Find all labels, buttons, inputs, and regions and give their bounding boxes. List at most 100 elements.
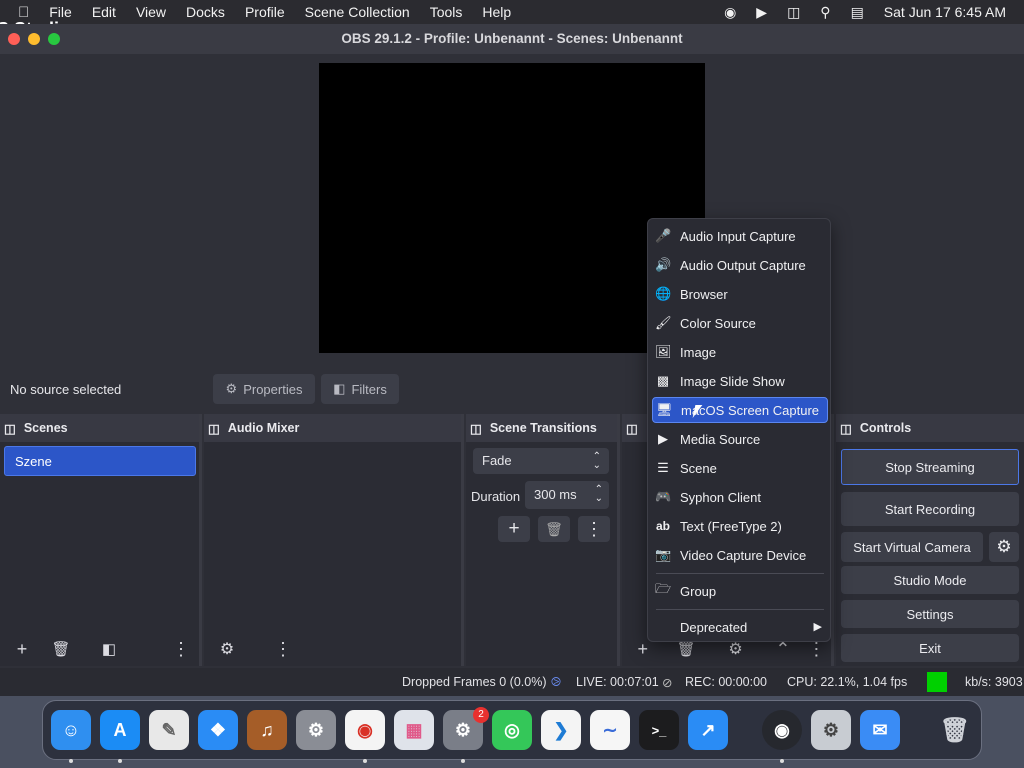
menu-scene-collection[interactable]: Scene Collection [295,4,420,20]
menu-item-scene[interactable]: ☰ Scene [652,455,828,481]
remove-transition-button[interactable]: 🗑 [538,516,570,542]
scene-more-button[interactable]: ⋮ [166,636,196,662]
archive-utility-icon[interactable]: ⚙ [811,710,851,750]
menu-profile[interactable]: Profile [235,4,295,20]
finder-icon[interactable]: ☺ [51,710,91,750]
menu-item-audio-output-capture[interactable]: 🔊 Audio Output Capture [652,252,828,278]
image-icon: 🖼 [655,344,672,359]
chrome-icon[interactable]: ◉ [345,710,385,750]
menubar-clock[interactable]: Sat Jun 17 6:45 AM [874,4,1024,20]
dock-window-icon: ◫ [470,421,482,436]
audio-mixer-dock: ◫ Audio Mixer ⚙ ⋮ [204,414,464,666]
menu-item-media-source[interactable]: ▶ Media Source [652,426,828,452]
menu-item-color-source[interactable]: 🖌 Color Source [652,310,828,336]
scenes-title: Scenes [23,421,68,435]
zoom-window-button[interactable] [48,33,60,45]
paintbrush-icon: 🖌 [655,315,672,330]
scene-transitions-header[interactable]: ◫ Scene Transitions [466,414,617,442]
window-icon[interactable]: ◫ [777,4,810,21]
remove-scene-button[interactable]: 🗑 [46,636,76,662]
studio-mode-button[interactable]: Studio Mode [841,566,1019,594]
control-center-icon[interactable]: ▤ [841,4,874,21]
obs-studio-icon[interactable]: ◉ [762,710,802,750]
menu-item-group[interactable]: 🗁 Group [652,578,828,604]
safari-icon[interactable]: ❖ [198,710,238,750]
transition-more-button[interactable]: ⋮ [578,516,610,542]
find-my-icon[interactable]: ◎ [492,710,532,750]
menu-item-image-slide-show[interactable]: ▩ Image Slide Show [652,368,828,394]
start-virtual-camera-button[interactable]: Start Virtual Camera [841,532,983,562]
system-preferences-icon[interactable]: ⚙ [296,710,336,750]
screen-sharing-icon[interactable]: ↗ [688,710,728,750]
status-bar: Dropped Frames 0 (0.0%) ⧁ LIVE: 00:07:01… [0,668,1024,696]
gear-icon: ⚙ [225,381,238,396]
freeform-icon[interactable]: ∼ [590,710,630,750]
settings-button[interactable]: Settings [841,600,1019,628]
menu-item-audio-input-capture[interactable]: 🎤 Audio Input Capture [652,223,828,249]
running-indicator [118,759,122,763]
dock-window-icon: ◫ [208,421,220,436]
launchpad-icon[interactable]: ▦ [394,710,434,750]
trash-icon[interactable]: 🗑 [935,710,975,750]
filters-button[interactable]: ◧ Filters [321,374,399,404]
add-scene-button[interactable]: + [7,636,37,662]
spotlight-search-icon[interactable]: ⚲ [810,4,840,21]
menu-item-browser[interactable]: 🌐 Browser [652,281,828,307]
transition-select[interactable]: Fade ⌃ ⌄ [473,448,609,474]
controls-header[interactable]: ◫ Controls [836,414,1024,442]
obs-status-icon[interactable]: ◉ [714,4,746,21]
stop-streaming-button[interactable]: Stop Streaming [841,449,1019,485]
menu-item-image[interactable]: 🖼 Image [652,339,828,365]
menu-edit[interactable]: Edit [82,4,126,20]
terminal-icon[interactable]: >_ [639,710,679,750]
mail-icon[interactable]: ✉ [860,710,900,750]
source-toolbar: No source selected ⚙ Properties ◧ Filter… [0,370,1024,408]
app-store-icon[interactable]: A [100,710,140,750]
menu-item-macos-screen-capture[interactable]: 🖥 macOS Screen Capture [652,397,828,423]
duration-spinbox[interactable]: 300 ms ⌃ ⌄ [525,481,609,509]
microphone-icon: 🎤 [655,228,672,243]
rec-timer: REC: 00:00:00 [685,675,767,689]
live-timer: LIVE: 00:07:01 [576,675,659,689]
add-transition-button[interactable]: + [498,516,530,542]
audio-mixer-more-button[interactable]: ⋮ [268,636,298,662]
menu-help[interactable]: Help [472,4,521,20]
play-status-icon[interactable]: ▶ [746,4,777,21]
audio-mixer-header[interactable]: ◫ Audio Mixer [204,414,461,442]
menu-tools[interactable]: Tools [420,4,473,20]
macos-dock-area: ☺ A ✎ ❖ ♫ ⚙ ◉ ▦ ⚙ 2 ◎ ❯ ∼ >_ ↗ ◉ ⚙ ✉ 🗑 [0,696,1024,768]
garageband-icon[interactable]: ♫ [247,710,287,750]
audio-mixer-title: Audio Mixer [227,421,300,435]
folder-icon: 🗁 [655,581,672,596]
scenes-header[interactable]: ◫ Scenes [0,414,199,442]
dock-window-icon: ◫ [4,421,16,436]
dropped-frames: Dropped Frames 0 (0.0%) [402,675,547,689]
textedit-icon[interactable]: ✎ [149,710,189,750]
duration-label: Duration [471,489,521,504]
submenu-arrow-icon: ▶ [813,621,822,633]
minimize-window-button[interactable] [28,33,40,45]
menu-item-video-capture-device[interactable]: 📷 Video Capture Device [652,542,828,568]
advanced-audio-gear-icon[interactable]: ⚙ [212,636,242,662]
spin-chevron-icon[interactable]: ⌃ ⌄ [595,485,603,504]
recording-off-icon: ⊘ [662,676,673,690]
properties-button[interactable]: ⚙ Properties [213,374,315,404]
scene-list-item[interactable]: Szene [4,446,196,476]
menu-bar:  OBS Studio File Edit View Docks Profil… [0,0,1024,39]
virtual-camera-settings-button[interactable]: ⚙ [989,532,1019,562]
scenes-dock: ◫ Scenes Szene + 🗑 ◧ ⋮ [0,414,202,666]
scene-transitions-dock: ◫ Scene Transitions Fade ⌃ ⌄ Duration 300… [466,414,620,666]
start-recording-button[interactable]: Start Recording [841,492,1019,526]
menu-item-syphon-client[interactable]: 🎮 Syphon Client [652,484,828,510]
menu-view[interactable]: View [126,4,176,20]
dock-window-icon: ◫ [840,421,852,436]
scene-filters-button[interactable]: ◧ [94,636,124,662]
vscode-icon[interactable]: ❯ [541,710,581,750]
menu-item-deprecated[interactable]: Deprecated ▶ [652,614,828,640]
bitrate: kb/s: 3903 [965,675,1023,689]
menu-item-text-freetype[interactable]: ab Text (FreeType 2) [652,513,828,539]
menu-docks[interactable]: Docks [176,4,235,20]
exit-button[interactable]: Exit [841,634,1019,662]
close-window-button[interactable] [8,33,20,45]
no-source-label: No source selected [10,382,122,397]
